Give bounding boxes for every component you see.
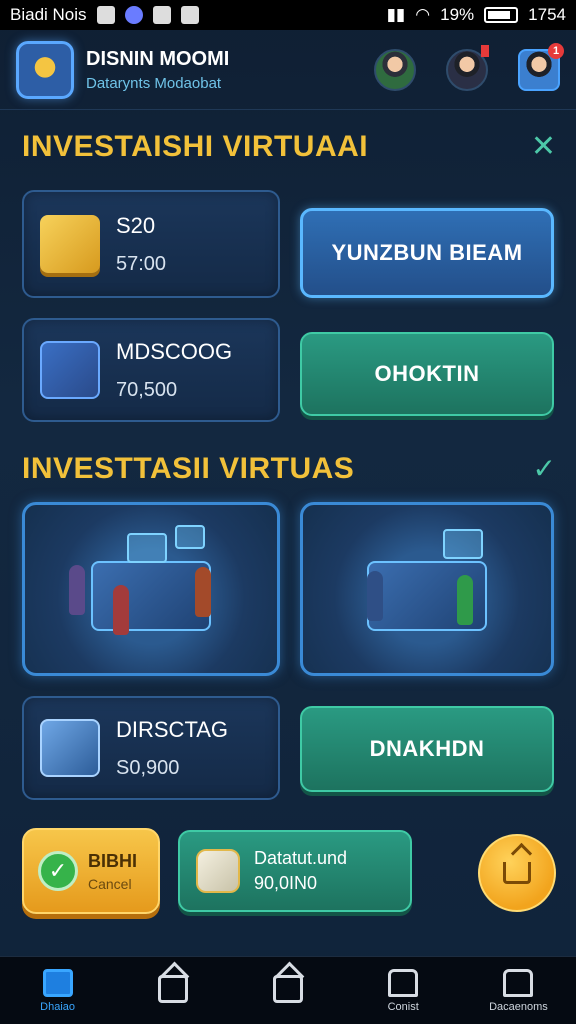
chart-screen [443,529,483,559]
primary-action-button[interactable]: YUNZBUN BIEAM [300,208,554,298]
status-bar: Biadi Nois ▮▮ ◠ 19% 1754 [0,0,576,30]
glass-vault-icon [40,719,100,777]
check-icon: ✓ [38,851,78,891]
asset-name: MDSCOOG [116,338,233,364]
summary-card[interactable]: Datatut.und 90,0IN0 [178,830,412,912]
confirm-label: BIBHI [88,850,137,871]
signal-icon: ▮▮ [386,5,406,24]
gallery-icon [152,6,171,24]
confirm-button[interactable]: ✓ BIBHI Cancel [22,828,160,914]
app-icon [124,6,143,24]
user-avatar-1[interactable] [374,48,416,91]
app-subtitle: Datarynts Modaobat [86,74,222,92]
nav-item-pentagon[interactable] [230,957,345,1024]
person-figure [367,571,383,621]
nav-item-house[interactable] [115,957,230,1024]
bag-icon [503,968,534,997]
asset-value: 57:00 [116,252,167,275]
asset-card-1[interactable]: S20 57:00 [22,190,280,298]
nav-item-bag[interactable]: Dacaenoms [461,957,576,1024]
person-figure [457,575,473,625]
asset-card-2[interactable]: MDSCOOG 70,500 [22,318,280,422]
app-logo [16,40,74,99]
nav-item-document[interactable]: Conist [346,957,461,1024]
notification-icon [96,6,115,24]
green-action-button-1[interactable]: OHOKTIN [300,332,554,416]
asset-name: DIRSCTAG [116,716,229,742]
investment-scene-2[interactable] [300,502,554,676]
green-action-button-2[interactable]: DNAKHDN [300,706,554,792]
summary-label: Datatut.und [254,848,348,868]
pentagon-icon [273,974,303,1003]
check-icon[interactable]: ✓ [533,455,556,483]
home-icon [42,968,73,997]
section-title-1: INVESTAISHI VIRTUAAI [22,130,369,163]
flag-icon [481,44,489,57]
nav-label: Conist [387,1000,419,1013]
share-icon [503,862,531,884]
asset-card-3[interactable]: DIRSCTAG S0,900 [22,696,280,800]
confirm-sublabel: Cancel [88,875,132,892]
close-icon[interactable]: ✕ [531,132,556,162]
user-avatar-2[interactable] [446,44,489,91]
investment-scene-1[interactable] [22,502,280,676]
hologram-screen [175,525,205,549]
person-figure [113,585,129,635]
document-icon [388,968,419,997]
house-icon [157,974,188,1003]
brand-block: DISNIN MOOMI Datarynts Modaobat [86,48,229,92]
clock: 1754 [528,5,566,24]
section-header-2: INVESTTASII VIRTUAS ✓ [22,452,556,486]
summary-value: 90,0IN0 [254,873,318,893]
gold-bars-icon [40,215,100,273]
bottom-navigation: Dhaiao Conist Dacaenoms [0,956,576,1024]
asset-name: S20 [116,212,156,238]
profile-avatar[interactable]: 1 [518,42,564,91]
battery-icon [484,7,519,23]
battery-percent: 19% [440,5,475,24]
nav-label: Dacaenoms [489,1000,548,1013]
platform-illustration [91,561,211,631]
asset-value: 70,500 [116,378,178,401]
person-figure [69,565,85,615]
shield-icon [180,6,199,24]
person-figure [195,567,211,617]
shield-icon [196,849,240,893]
safe-coins-icon [40,341,100,399]
hologram-screen [127,533,167,563]
nav-label: Dhaiao [40,1000,76,1013]
carrier-name: Biadi Nois [10,5,87,24]
wifi-icon: ◠ [415,5,431,24]
section-header-1: INVESTAISHI VIRTUAAI ✕ [22,130,556,164]
asset-value: S0,900 [116,756,180,779]
section-title-2: INVESTTASII VIRTUAS [22,452,355,485]
share-button[interactable] [478,834,556,912]
nav-item-home[interactable]: Dhaiao [0,957,115,1024]
notification-badge: 1 [548,42,564,59]
app-title: DISNIN MOOMI [86,47,230,70]
app-header: DISNIN MOOMI Datarynts Modaobat 1 [0,30,576,110]
